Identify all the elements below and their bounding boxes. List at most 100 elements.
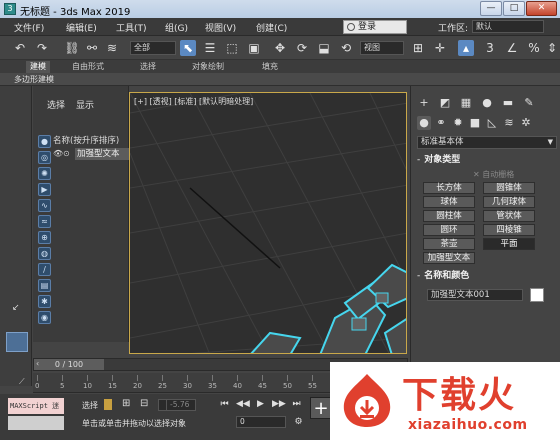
autogrid-checkbox[interactable]: ✕ 自动栅格 <box>473 169 514 180</box>
tab-populate[interactable]: 填充 <box>258 61 282 73</box>
explorer-tab-display[interactable]: 显示 <box>76 98 94 111</box>
primitive-type-select[interactable]: 标准基本体 ▼ <box>417 136 557 149</box>
spacewarps-icon[interactable]: ≋ <box>502 116 516 130</box>
filter-lights-icon[interactable]: ✺ <box>38 167 51 180</box>
visibility-eye-icon[interactable]: 👁 <box>53 149 63 158</box>
viewport-label[interactable]: [+] [透视] [标准] [默认明暗处理] <box>134 96 253 107</box>
menu-file[interactable]: 文件(F) <box>14 21 44 34</box>
menu-create[interactable]: 创建(C) <box>256 21 287 34</box>
name-color-rollout[interactable]: - 名称和颜色 <box>417 270 557 283</box>
hierarchy-tab-icon[interactable]: ▦ <box>459 96 473 110</box>
sphere-button[interactable]: 球体 <box>423 196 475 208</box>
filter-xrefs-icon[interactable]: ◍ <box>38 247 51 260</box>
filter-bones-icon[interactable]: ∕ <box>38 263 51 276</box>
menu-tools[interactable]: 工具(T) <box>116 21 147 34</box>
tab-freeform[interactable]: 自由形式 <box>68 61 108 73</box>
filter-containers-icon[interactable]: ▤ <box>38 279 51 292</box>
object-color-swatch[interactable] <box>530 288 544 302</box>
cone-button[interactable]: 圆锥体 <box>483 182 535 194</box>
plane-button[interactable]: 平面 <box>483 238 535 250</box>
lock-selection-icon[interactable] <box>104 399 112 410</box>
teapot-button[interactable]: 茶壶 <box>423 238 475 250</box>
filter-groups-icon[interactable]: ⊕ <box>38 231 51 244</box>
current-frame-input[interactable]: 0 <box>236 416 286 428</box>
perspective-viewport[interactable]: [+] [透视] [标准] [默认明暗处理] <box>129 92 407 354</box>
transform-typein-icon[interactable]: ⊟ <box>140 398 148 409</box>
torus-button[interactable]: 圆环 <box>423 224 475 236</box>
workspace-select[interactable]: 默认 <box>472 20 544 33</box>
expand-arrow-icon[interactable]: ↙ <box>12 303 26 315</box>
window-crossing-icon[interactable]: ▣ <box>246 40 262 56</box>
textplus-button[interactable]: 加强型文本 <box>423 252 475 264</box>
curve-editor-icon[interactable]: ⟋ <box>19 377 25 387</box>
prev-frame-icon[interactable]: ‹ <box>36 359 39 368</box>
filter-shapes-icon[interactable]: ◎ <box>38 151 51 164</box>
menu-edit[interactable]: 编辑(E) <box>66 21 97 34</box>
next-key-icon[interactable]: ▶▶ <box>272 398 286 411</box>
systems-icon[interactable]: ✲ <box>519 116 533 130</box>
modify-tab-icon[interactable]: ◩ <box>438 96 452 110</box>
cameras-icon[interactable]: ■ <box>468 116 482 130</box>
minimize-button[interactable]: — <box>480 1 502 16</box>
close-button[interactable]: ✕ <box>526 1 557 16</box>
bind-space-warp-icon[interactable]: ≋ <box>104 40 120 56</box>
maxscript-output[interactable] <box>8 416 64 430</box>
motion-tab-icon[interactable]: ● <box>480 96 494 110</box>
keyboard-shortcut-icon[interactable]: ▴ <box>458 40 474 56</box>
move-icon[interactable]: ✥ <box>272 40 288 56</box>
add-key-button[interactable]: + <box>310 397 332 419</box>
prev-key-icon[interactable]: ◀◀ <box>236 398 250 411</box>
explorer-row[interactable]: 👁 ⊙ 加强型文本 <box>53 148 129 160</box>
play-icon[interactable]: ▶ <box>254 398 267 411</box>
freeze-icon[interactable]: ⊙ <box>63 149 70 158</box>
filter-cameras-icon[interactable]: ▶ <box>38 183 51 196</box>
time-config-icon[interactable]: ⚙ <box>292 416 305 429</box>
placement-icon[interactable]: ⟲ <box>338 40 354 56</box>
undo-icon[interactable]: ↶ <box>12 40 28 56</box>
polygon-modeling-label[interactable]: 多边形建模 <box>10 74 58 86</box>
coord-y-input[interactable]: -5.76 <box>166 399 196 411</box>
explorer-object-name[interactable]: 加强型文本 <box>75 148 129 160</box>
link-icon[interactable]: ⛓ <box>64 40 80 56</box>
cylinder-button[interactable]: 圆柱体 <box>423 210 475 222</box>
tube-button[interactable]: 管状体 <box>483 210 535 222</box>
geometry-icon[interactable]: ● <box>417 116 431 130</box>
tab-selection[interactable]: 选择 <box>136 61 160 73</box>
shapes-icon[interactable]: ⚭ <box>434 116 448 130</box>
object-name-input[interactable]: 加强型文本001 <box>427 289 523 301</box>
filter-frozen-icon[interactable]: ✱ <box>38 295 51 308</box>
rotate-icon[interactable]: ⟳ <box>294 40 310 56</box>
filter-helpers-icon[interactable]: ∿ <box>38 199 51 212</box>
box-button[interactable]: 长方体 <box>423 182 475 194</box>
snap-3d-icon[interactable]: 3 <box>482 40 498 56</box>
helpers-icon[interactable]: ◺ <box>485 116 499 130</box>
menu-views[interactable]: 视图(V) <box>205 21 236 34</box>
filter-hidden-icon[interactable]: ◉ <box>38 311 51 324</box>
goto-start-icon[interactable]: ⏮ <box>218 398 231 411</box>
abs-mode-icon[interactable]: ⊞ <box>122 398 130 409</box>
filter-spacewarps-icon[interactable]: ≈ <box>38 215 51 228</box>
login-button[interactable]: 登录 <box>343 20 407 34</box>
maxscript-listener[interactable]: MAXScript 迷 <box>8 398 64 414</box>
percent-snap-icon[interactable]: % <box>526 40 542 56</box>
filter-geometry-icon[interactable]: ● <box>38 135 51 148</box>
display-tab-icon[interactable]: ▬ <box>501 96 515 110</box>
geosphere-button[interactable]: 几何球体 <box>483 196 535 208</box>
selection-filter-select[interactable]: 全部 <box>130 41 176 55</box>
rect-selection-icon[interactable]: ⬚ <box>224 40 240 56</box>
unlink-icon[interactable]: ⚯ <box>84 40 100 56</box>
select-object-icon[interactable]: ⬉ <box>180 40 196 56</box>
explorer-column-header[interactable]: 名称(按升序排序) <box>53 134 119 146</box>
utilities-tab-icon[interactable]: ✎ <box>522 96 536 110</box>
reference-coord-select[interactable]: 视图 <box>360 41 404 55</box>
pivot-icon[interactable]: ⊞ <box>410 40 426 56</box>
object-type-rollout[interactable]: - 对象类型 <box>417 154 557 167</box>
select-manipulate-icon[interactable]: ✛ <box>432 40 448 56</box>
menu-group[interactable]: 组(G) <box>165 21 188 34</box>
create-tab-icon[interactable]: + <box>417 96 431 110</box>
redo-icon[interactable]: ↷ <box>34 40 50 56</box>
tab-modeling[interactable]: 建模 <box>26 61 50 73</box>
maximize-button[interactable]: □ <box>503 1 525 16</box>
explorer-tab-select[interactable]: 选择 <box>47 98 65 111</box>
goto-end-icon[interactable]: ⏭ <box>290 398 303 411</box>
